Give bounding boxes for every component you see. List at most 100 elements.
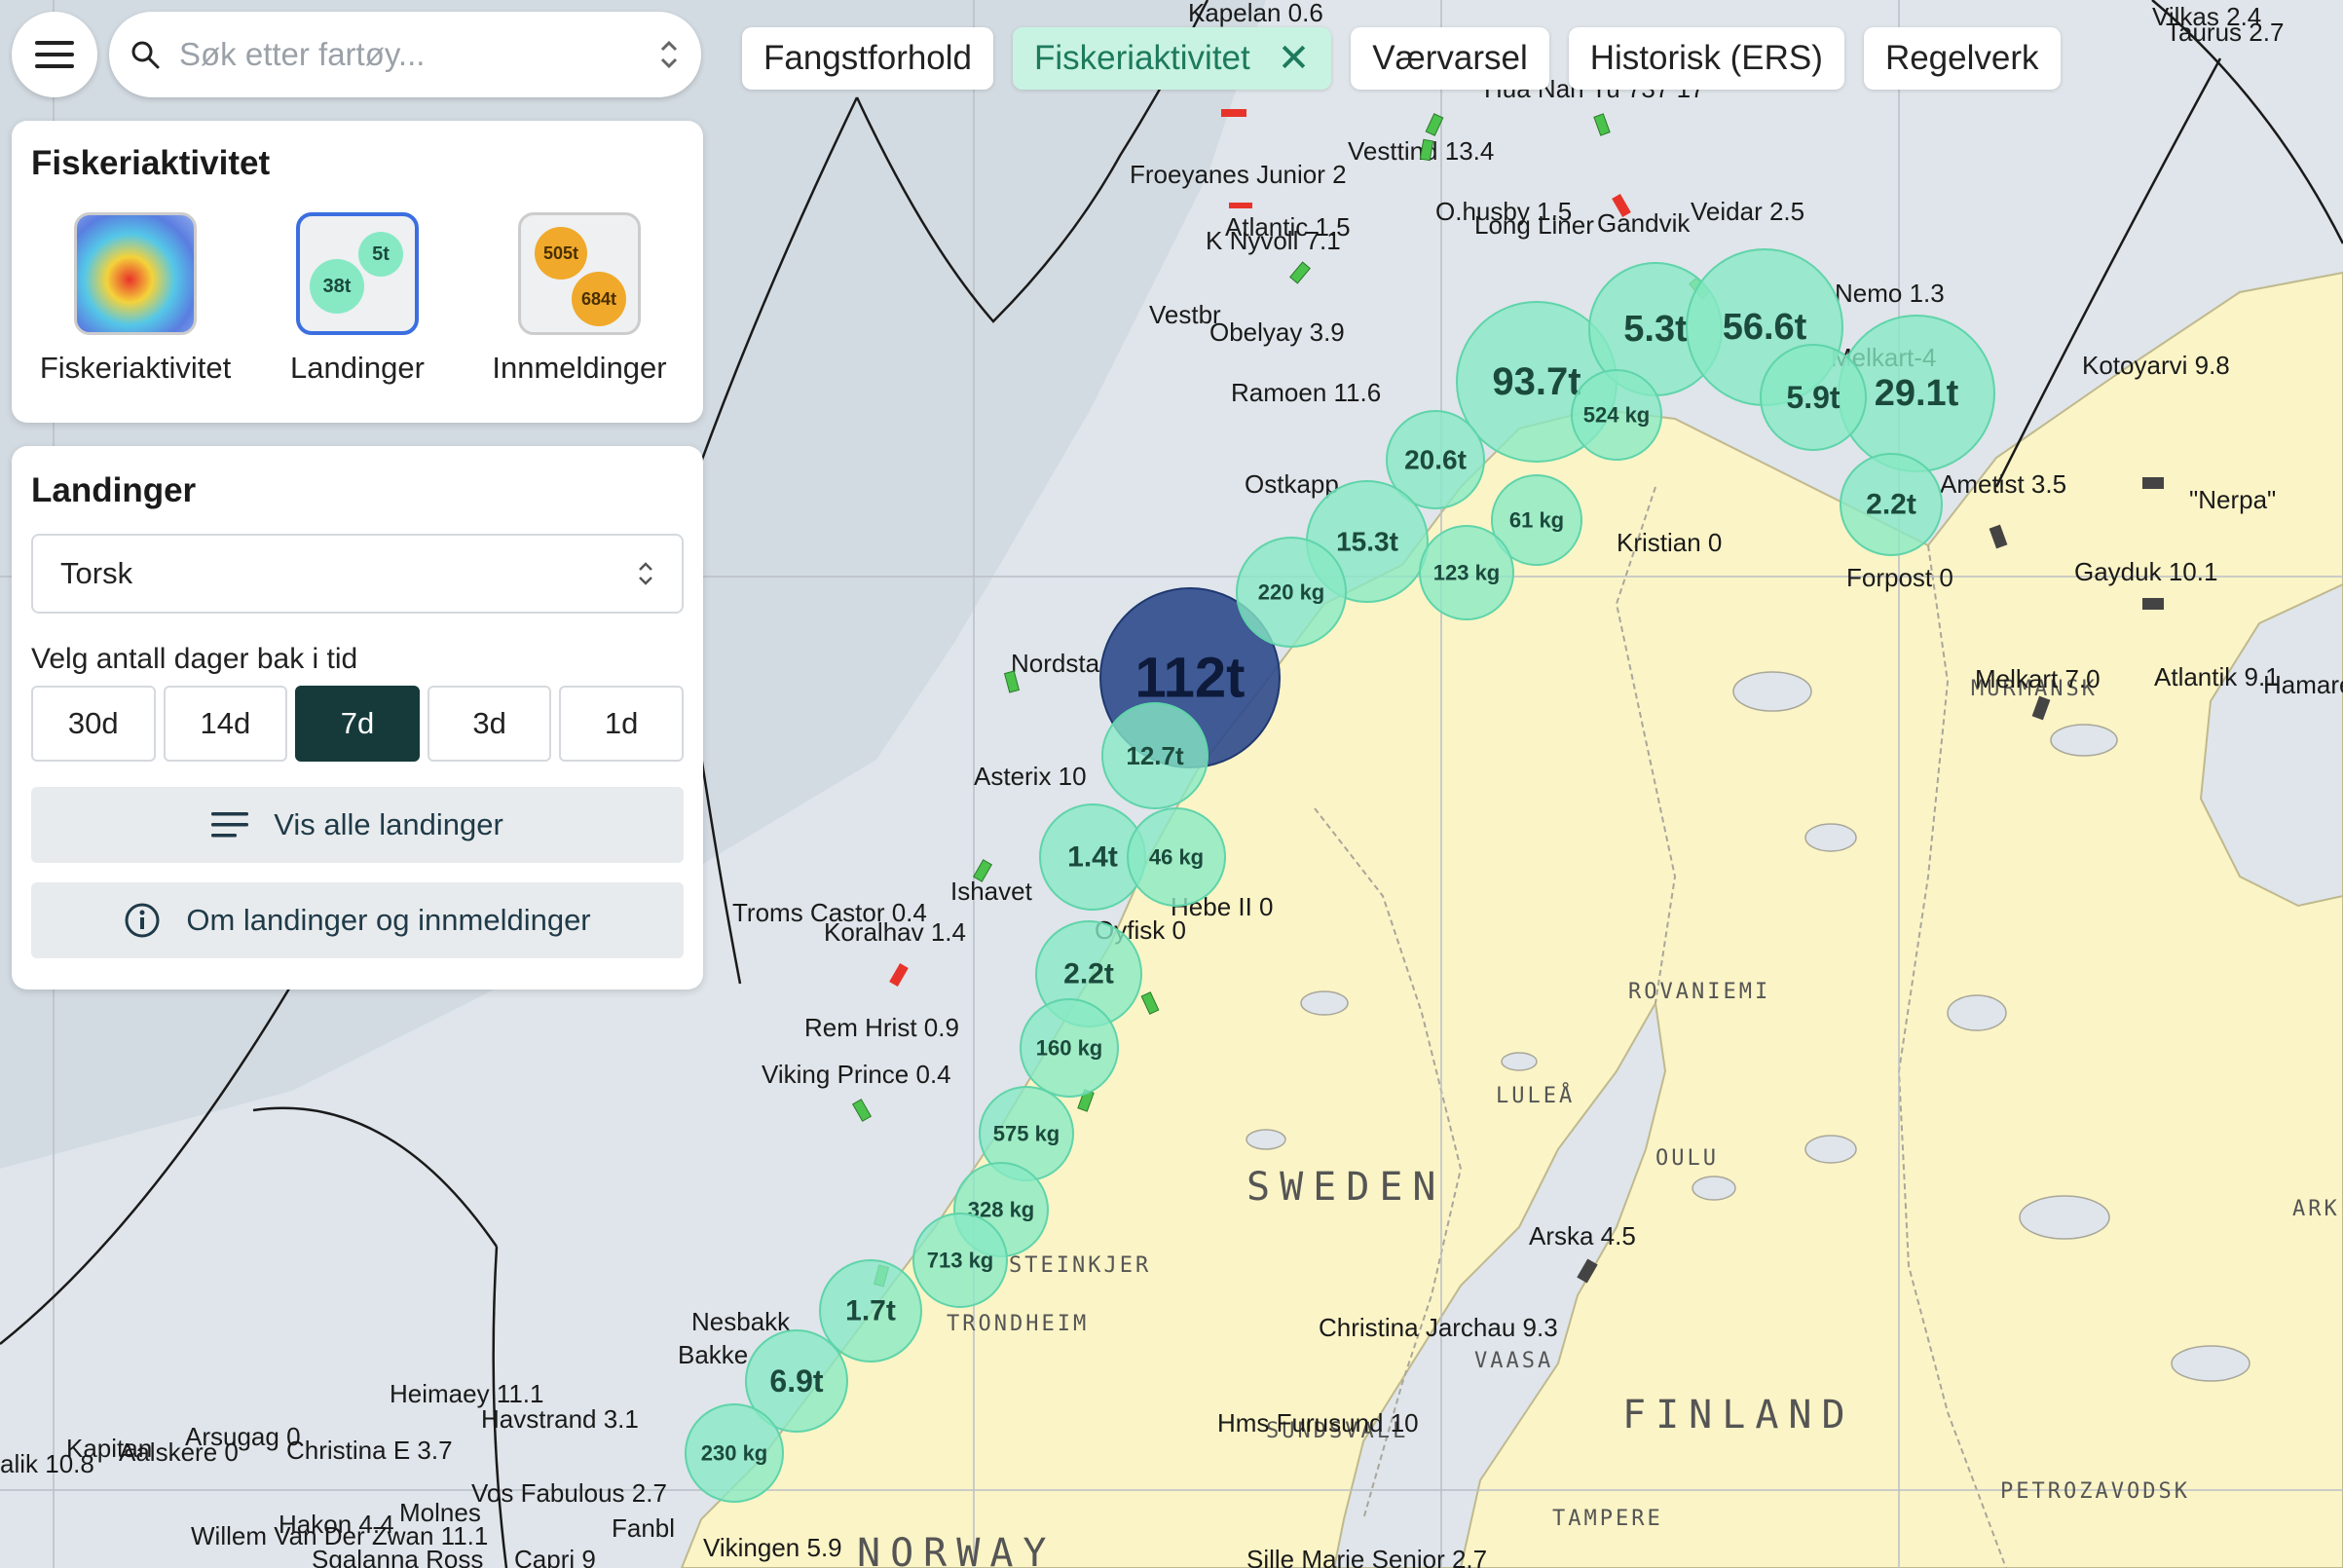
layer-option-heatmap[interactable]: Fiskeriaktivitet	[33, 212, 238, 386]
vessel-label: Vesttind 13.4	[1348, 136, 1494, 166]
button-label: Om landinger og innmeldinger	[186, 903, 591, 937]
activity-panel: Fiskeriaktivitet Fiskeriaktivitet 38t 5t…	[12, 121, 703, 423]
vessel-label: Kotoyarvi 9.8	[2082, 351, 2230, 380]
layer-option-reports[interactable]: 505t 684t Innmeldinger	[477, 212, 682, 386]
vessel-label: Gandvik	[1597, 208, 1691, 238]
vessel-label: Melkart 7.0	[1975, 664, 2101, 693]
vessel-label: Rem Hrist 0.9	[804, 1013, 959, 1042]
vessel-label: Ishavet	[950, 877, 1033, 906]
vessel-label: Nesbakk	[691, 1307, 791, 1336]
tab-label: Fiskeriaktivitet	[1034, 39, 1250, 77]
landing-bubble-label: 575 kg	[993, 1122, 1060, 1146]
place-label: PETROZAVODSK	[2000, 1479, 2190, 1504]
place-label: TRONDHEIM	[947, 1312, 1089, 1336]
landings-bubbles-icon: 38t 5t	[296, 212, 419, 335]
vessel-label: Vikingen 5.9	[703, 1533, 842, 1562]
vessel-label: Ostkapp	[1245, 469, 1339, 499]
tab-historisk-ers[interactable]: Historisk (ERS)	[1568, 27, 1844, 90]
landing-bubble-label: 5.3t	[1623, 309, 1688, 350]
place-label: FINLAND	[1622, 1393, 1855, 1437]
landing-bubble-label: 123 kg	[1433, 561, 1501, 585]
landing-bubble-label: 29.1t	[1875, 373, 1959, 414]
landing-bubble-label: 20.6t	[1404, 445, 1467, 475]
landing-bubble-label: 12.7t	[1126, 741, 1184, 770]
search-input[interactable]	[177, 35, 658, 74]
vessel-label: Sille Marie Senior 2.7	[1246, 1545, 1487, 1568]
days-selector: 30d 14d 7d 3d 1d	[31, 686, 684, 762]
vessel-label: Ramoen 11.6	[1231, 378, 1381, 407]
landing-bubble-label: 160 kg	[1036, 1036, 1103, 1061]
vessel-label: Taurus 2.7	[2166, 18, 2284, 47]
tab-label: Værvarsel	[1372, 39, 1528, 77]
tab-fangstforhold[interactable]: Fangstforhold	[742, 27, 994, 90]
hamburger-icon	[35, 41, 74, 68]
landing-bubble-label: 93.7t	[1492, 360, 1581, 403]
chevron-updown-icon[interactable]	[658, 38, 680, 71]
place-label: ARK	[2292, 1197, 2340, 1221]
layer-tabs: Fangstforhold Fiskeriaktivitet ✕ Værvarse…	[742, 27, 2061, 90]
vessel-label: Ametist 3.5	[1940, 469, 2066, 499]
vessel-label: Arska 4.5	[1529, 1221, 1636, 1251]
thumb-bubble: 38t	[310, 259, 364, 314]
vessel-label: Vestbr	[1149, 300, 1221, 329]
day-option-3d[interactable]: 3d	[427, 686, 552, 762]
place-label: TAMPERE	[1552, 1507, 1663, 1531]
landing-bubble-label: 1.4t	[1067, 841, 1118, 874]
vessel-label: Veidar 2.5	[1691, 197, 1804, 226]
list-icon	[211, 812, 249, 838]
day-option-7d[interactable]: 7d	[295, 686, 420, 762]
close-icon[interactable]: ✕	[1278, 36, 1311, 81]
show-all-landings-button[interactable]: Vis alle landinger	[31, 787, 684, 863]
vessel-label: Bakke	[678, 1340, 748, 1369]
landing-bubble-label: 6.9t	[769, 1363, 823, 1399]
vessel-label: Atlantik 9.1	[2154, 662, 2280, 691]
landing-bubble-label: 112t	[1135, 647, 1246, 710]
info-icon	[125, 903, 160, 938]
landing-bubble-label: 56.6t	[1723, 307, 1807, 348]
vessel-label: Fanbl	[612, 1513, 675, 1543]
vessel-label: Hms Furusund 10	[1217, 1408, 1419, 1437]
vessel-label: Froeyanes Junior 2	[1130, 160, 1347, 189]
vessel-label: Nemo 1.3	[1835, 279, 1945, 308]
vessel-label: Sgalanna Ross	[312, 1545, 483, 1568]
day-option-30d[interactable]: 30d	[31, 686, 156, 762]
reports-bubbles-icon: 505t 684t	[518, 212, 641, 335]
vessel-label: "Nerpa"	[2189, 485, 2276, 514]
vessel-label: K Nyvoll 7.1	[1206, 226, 1341, 255]
layer-option-landings[interactable]: 38t 5t Landinger	[255, 212, 460, 386]
landing-bubble-label: 713 kg	[927, 1249, 994, 1273]
place-label: VAASA	[1474, 1349, 1553, 1373]
species-select[interactable]: Torsk	[31, 534, 684, 614]
tab-fiskeriaktivitet[interactable]: Fiskeriaktivitet ✕	[1013, 27, 1332, 90]
thumb-bubble: 505t	[535, 227, 587, 280]
about-landings-button[interactable]: Om landinger og innmeldinger	[31, 882, 684, 958]
landing-bubble-label: 15.3t	[1336, 527, 1398, 557]
menu-button[interactable]	[12, 12, 97, 97]
days-label: Velg antall dager bak i tid	[31, 643, 358, 675]
place-label: SWEDEN	[1246, 1165, 1446, 1210]
place-label: LULEÅ	[1496, 1082, 1575, 1108]
thumb-bubble: 5t	[358, 232, 403, 277]
day-option-14d[interactable]: 14d	[163, 686, 288, 762]
vessel-label: Molnes	[399, 1498, 481, 1527]
vessel-label: Havstrand 3.1	[481, 1404, 639, 1434]
place-label: ROVANIEMI	[1628, 980, 1770, 1004]
day-option-1d[interactable]: 1d	[559, 686, 684, 762]
vessel-label: Hakon 4.4	[279, 1510, 394, 1539]
landing-bubble-label: 230 kg	[701, 1441, 768, 1466]
tab-vaervarsel[interactable]: Værvarsel	[1351, 27, 1549, 90]
vessel-label: Koralhav 1.4	[824, 917, 966, 947]
panel-title: Fiskeriaktivitet	[31, 144, 271, 182]
layer-label: Fiskeriaktivitet	[39, 351, 232, 385]
vessel-label: Kristian 0	[1617, 528, 1722, 557]
vessel-label: Christina E 3.7	[286, 1436, 453, 1465]
tab-regelverk[interactable]: Regelverk	[1863, 27, 2061, 90]
vessel-label: Hamarey	[2263, 670, 2343, 699]
thumb-bubble: 684t	[572, 272, 626, 326]
layer-label: Innmeldinger	[492, 351, 667, 385]
vessel-search[interactable]	[109, 12, 701, 97]
vessel-label: Gayduk 10.1	[2074, 557, 2217, 586]
vessel-label: Nordsta	[1011, 649, 1100, 678]
landing-bubble-label: 1.7t	[845, 1295, 896, 1327]
vessel-label: Vos Fabulous 2.7	[471, 1478, 667, 1508]
